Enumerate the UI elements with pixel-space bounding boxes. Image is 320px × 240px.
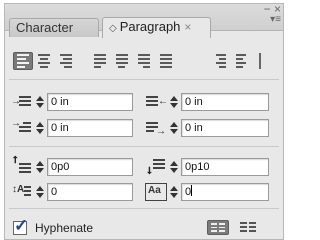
space-after-stepper[interactable] [169,159,179,175]
last-line-indent-input[interactable]: 0 in [181,119,269,137]
first-line-indent-icon: → [11,118,33,137]
tab-collapse-icon[interactable]: ◇ [109,23,117,34]
space-before-icon: ⭡ [11,155,33,176]
drop-cap-lines-field: ↕A 0 [11,182,133,202]
right-indent-stepper[interactable] [169,94,179,110]
divider [9,79,279,80]
panel-menu-icon[interactable]: ▾≡ [270,15,281,25]
paragraph-composer-button[interactable] [237,220,259,235]
tab-paragraph[interactable]: ◇ Paragraph × [102,17,211,38]
drop-cap-lines-stepper[interactable] [35,184,45,200]
space-before-stepper[interactable] [35,159,45,175]
tab-character[interactable]: Character [9,18,99,37]
align-left-button[interactable] [13,52,33,70]
divider [9,208,279,209]
left-indent-icon: → [11,93,33,111]
drop-cap-lines-icon: ↕A [11,183,33,201]
tab-close-icon[interactable]: × [184,20,191,34]
align-toward-spine-button[interactable] [211,52,231,70]
spine-marker [259,53,261,69]
align-center-button[interactable] [35,52,55,70]
justify-right-button[interactable] [135,52,155,70]
tab-paragraph-label: Paragraph [119,19,181,34]
single-line-composer-button[interactable] [207,220,229,235]
space-before-input[interactable]: 0p0 [47,158,133,176]
space-before-field: ⭡ 0p0 [11,155,133,177]
left-indent-field: → 0 in [11,92,133,112]
drop-cap-chars-stepper[interactable] [169,184,179,200]
align-away-from-spine-button[interactable] [233,52,253,70]
justify-left-button[interactable] [91,52,111,70]
first-line-indent-field: → 0 in [11,118,133,138]
drop-cap-lines-input[interactable]: 0 [47,183,133,201]
last-line-indent-field: → 0 in [145,118,269,138]
last-line-indent-stepper[interactable] [169,120,179,136]
left-indent-input[interactable]: 0 in [47,93,133,111]
right-indent-input[interactable]: 0 in [181,93,269,111]
hyphenate-label: Hyphenate [35,221,94,235]
panel-tab-bar: Character ◇ Paragraph × − × ▾≡ [5,2,283,38]
space-after-input[interactable]: 0p10 [181,158,269,176]
left-indent-stepper[interactable] [35,94,45,110]
tab-character-label: Character [16,20,74,35]
right-indent-icon: ← [145,93,168,111]
first-line-indent-input[interactable]: 0 in [47,119,133,137]
drop-cap-chars-icon: Aa [145,183,167,201]
first-line-indent-stepper[interactable] [35,120,45,136]
paragraph-panel: Character ◇ Paragraph × − × ▾≡ → 0 in ← … [4,2,284,240]
hyphenate-option[interactable]: Hyphenate [13,216,94,237]
drop-cap-chars-field: Aa 0 [145,182,269,202]
hyphenate-checkbox[interactable] [13,216,28,236]
space-after-field: ⭣ 0p10 [145,157,269,177]
last-line-indent-icon: → [145,119,167,137]
justify-all-button[interactable] [157,52,177,70]
divider [9,146,279,147]
alignment-buttons [13,52,281,72]
right-indent-field: ← 0 in [145,92,269,112]
align-right-button[interactable] [57,52,77,70]
drop-cap-chars-input[interactable]: 0 [181,183,269,201]
justify-center-button[interactable] [113,52,133,70]
space-after-icon: ⭣ [145,158,167,177]
